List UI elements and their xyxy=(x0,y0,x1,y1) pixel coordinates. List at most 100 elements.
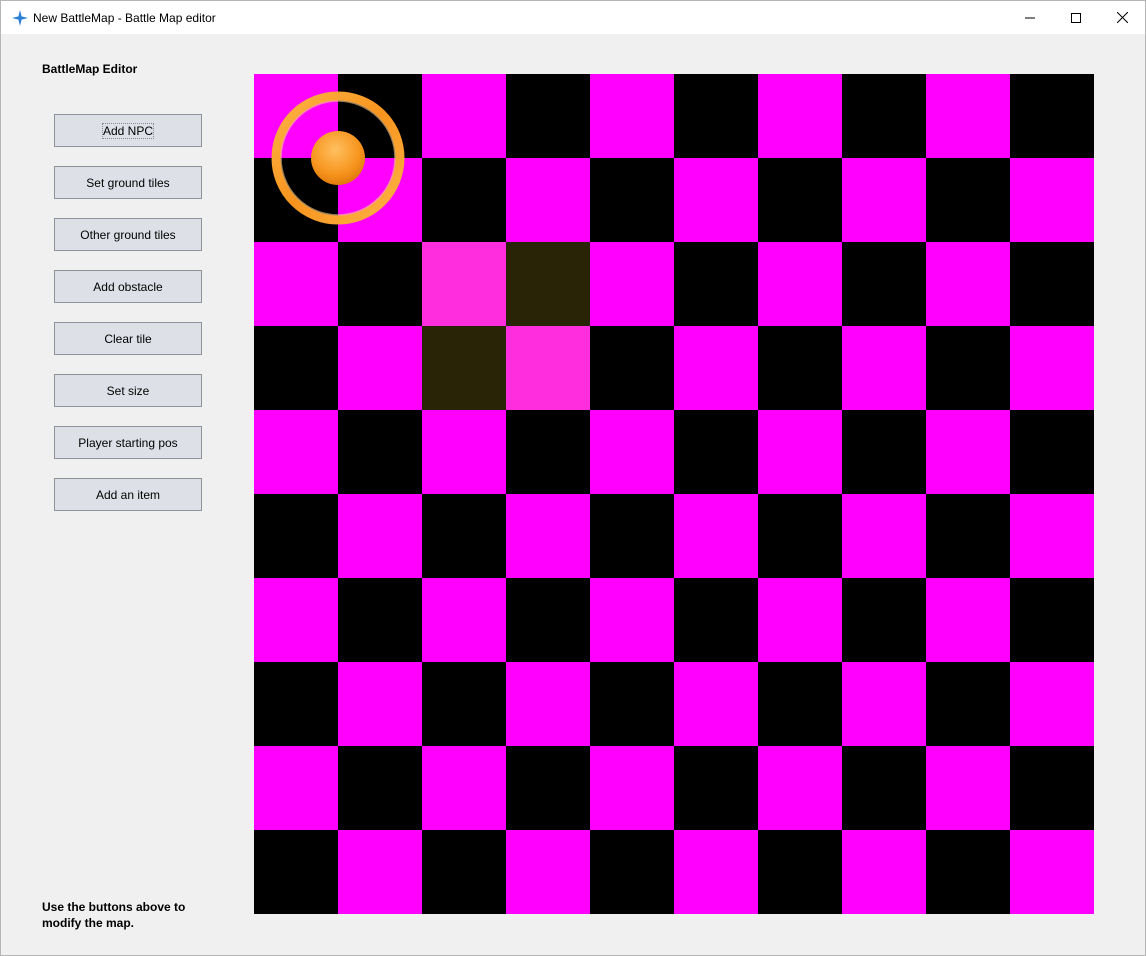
map-tile[interactable] xyxy=(506,494,590,578)
map-tile[interactable] xyxy=(1010,326,1094,410)
map-tile[interactable] xyxy=(926,494,1010,578)
map-tile[interactable] xyxy=(506,578,590,662)
map-tile[interactable] xyxy=(1010,746,1094,830)
map-tile[interactable] xyxy=(674,662,758,746)
map-tile[interactable] xyxy=(758,158,842,242)
add-an-item-button[interactable]: Add an item xyxy=(54,478,202,511)
set-ground-tiles-button[interactable]: Set ground tiles xyxy=(54,166,202,199)
player-starting-pos-button[interactable]: Player starting pos xyxy=(54,426,202,459)
map-tile[interactable] xyxy=(590,410,674,494)
map-tile[interactable] xyxy=(674,326,758,410)
map-tile[interactable] xyxy=(590,830,674,914)
map-tile[interactable] xyxy=(338,662,422,746)
minimize-button[interactable] xyxy=(1007,1,1053,34)
map-tile[interactable] xyxy=(1010,578,1094,662)
map-tile[interactable] xyxy=(758,74,842,158)
map-tile[interactable] xyxy=(758,242,842,326)
map-tile[interactable] xyxy=(338,326,422,410)
map-tile[interactable] xyxy=(842,158,926,242)
map-tile[interactable] xyxy=(842,662,926,746)
map-tile[interactable] xyxy=(590,242,674,326)
map-tile[interactable] xyxy=(338,746,422,830)
map-tile[interactable] xyxy=(506,746,590,830)
map-tile[interactable] xyxy=(254,830,338,914)
map-tile[interactable] xyxy=(842,410,926,494)
map-tile[interactable] xyxy=(842,494,926,578)
map-tile[interactable] xyxy=(926,830,1010,914)
map-tile[interactable] xyxy=(338,242,422,326)
map-tile[interactable] xyxy=(338,830,422,914)
add-npc-button[interactable]: Add NPC xyxy=(54,114,202,147)
map-tile[interactable] xyxy=(674,158,758,242)
map-tile[interactable] xyxy=(674,74,758,158)
map-tile[interactable] xyxy=(842,578,926,662)
map-tile[interactable] xyxy=(506,242,590,326)
map-tile[interactable] xyxy=(926,242,1010,326)
map-tile[interactable] xyxy=(590,494,674,578)
map-tile[interactable] xyxy=(758,578,842,662)
map-tile[interactable] xyxy=(758,410,842,494)
other-ground-tiles-button[interactable]: Other ground tiles xyxy=(54,218,202,251)
map-tile[interactable] xyxy=(338,410,422,494)
map-tile[interactable] xyxy=(590,746,674,830)
map-tile[interactable] xyxy=(422,74,506,158)
map-tile[interactable] xyxy=(674,242,758,326)
map-tile[interactable] xyxy=(422,746,506,830)
battle-map-grid[interactable] xyxy=(254,74,1094,914)
map-tile[interactable] xyxy=(254,242,338,326)
map-tile[interactable] xyxy=(590,158,674,242)
map-tile[interactable] xyxy=(422,242,506,326)
map-tile[interactable] xyxy=(422,578,506,662)
map-tile[interactable] xyxy=(1010,830,1094,914)
map-tile[interactable] xyxy=(674,830,758,914)
map-tile[interactable] xyxy=(422,410,506,494)
map-tile[interactable] xyxy=(422,494,506,578)
map-tile[interactable] xyxy=(422,326,506,410)
map-tile[interactable] xyxy=(506,662,590,746)
map-tile[interactable] xyxy=(758,746,842,830)
map-tile[interactable] xyxy=(842,74,926,158)
maximize-button[interactable] xyxy=(1053,1,1099,34)
map-tile[interactable] xyxy=(338,494,422,578)
map-tile[interactable] xyxy=(758,662,842,746)
map-tile[interactable] xyxy=(842,326,926,410)
map-tile[interactable] xyxy=(1010,158,1094,242)
map-tile[interactable] xyxy=(254,494,338,578)
map-tile[interactable] xyxy=(674,746,758,830)
map-tile[interactable] xyxy=(1010,74,1094,158)
map-tile[interactable] xyxy=(590,326,674,410)
map-tile[interactable] xyxy=(926,578,1010,662)
map-tile[interactable] xyxy=(926,326,1010,410)
close-button[interactable] xyxy=(1099,1,1145,34)
map-tile[interactable] xyxy=(758,494,842,578)
map-tile[interactable] xyxy=(254,326,338,410)
map-tile[interactable] xyxy=(1010,410,1094,494)
map-tile[interactable] xyxy=(506,74,590,158)
map-tile[interactable] xyxy=(338,158,422,242)
map-tile[interactable] xyxy=(254,746,338,830)
map-tile[interactable] xyxy=(338,578,422,662)
map-tile[interactable] xyxy=(506,410,590,494)
map-tile[interactable] xyxy=(674,494,758,578)
map-tile[interactable] xyxy=(506,326,590,410)
map-tile[interactable] xyxy=(338,74,422,158)
map-tile[interactable] xyxy=(926,158,1010,242)
map-tile[interactable] xyxy=(674,410,758,494)
add-obstacle-button[interactable]: Add obstacle xyxy=(54,270,202,303)
map-tile[interactable] xyxy=(674,578,758,662)
map-tile[interactable] xyxy=(254,410,338,494)
map-tile[interactable] xyxy=(254,662,338,746)
map-tile[interactable] xyxy=(1010,494,1094,578)
map-tile[interactable] xyxy=(926,410,1010,494)
map-tile[interactable] xyxy=(842,830,926,914)
map-tile[interactable] xyxy=(1010,662,1094,746)
map-tile[interactable] xyxy=(506,830,590,914)
map-tile[interactable] xyxy=(590,578,674,662)
map-tile[interactable] xyxy=(422,158,506,242)
map-tile[interactable] xyxy=(926,74,1010,158)
map-tile[interactable] xyxy=(1010,242,1094,326)
title-bar[interactable]: New BattleMap - Battle Map editor xyxy=(1,1,1145,34)
map-tile[interactable] xyxy=(254,158,338,242)
clear-tile-button[interactable]: Clear tile xyxy=(54,322,202,355)
map-tile[interactable] xyxy=(506,158,590,242)
